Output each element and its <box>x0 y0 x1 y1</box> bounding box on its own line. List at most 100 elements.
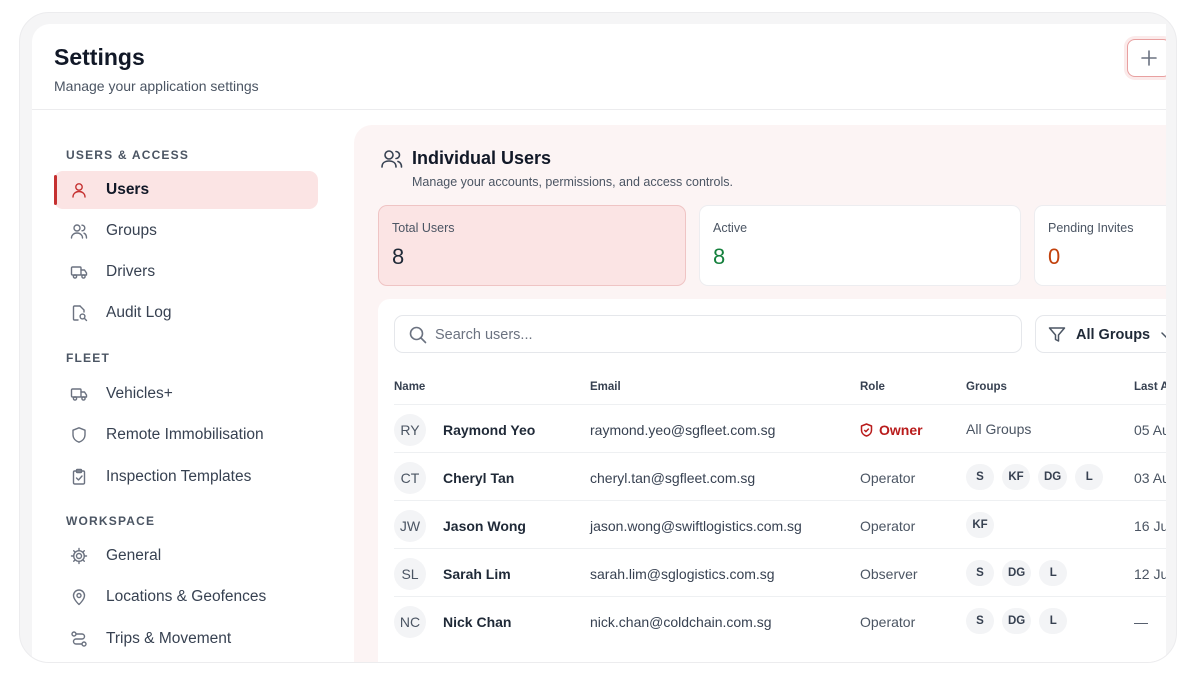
truck-icon <box>70 388 88 401</box>
sidebar-item-vehicles[interactable]: Vehicles+ <box>54 375 318 413</box>
stat-card-active[interactable]: Active 8 <box>699 205 1021 286</box>
column-header-last-active[interactable]: Last A <box>1134 381 1166 393</box>
user-role: Owner <box>860 422 923 438</box>
user-last-active: 05 Au <box>1134 422 1166 438</box>
column-header-email[interactable]: Email <box>590 381 621 393</box>
sidebar-item-users[interactable]: Users <box>54 171 318 209</box>
sidebar-item-groups[interactable]: Groups <box>54 212 318 250</box>
search-icon <box>409 326 427 344</box>
user-groups: KF <box>966 512 994 538</box>
user-role: Operator <box>860 614 916 630</box>
header: Settings Manage your application setting… <box>32 24 1166 110</box>
users-icon <box>381 150 403 168</box>
sidebar-item-label: Trips & Movement <box>106 630 232 647</box>
user-role: Operator <box>860 518 916 534</box>
search-input[interactable] <box>435 324 995 346</box>
users-icon <box>70 224 88 239</box>
user-groups: S DG L <box>966 560 1068 586</box>
document-search-icon <box>72 305 88 322</box>
user-email: jason.wong@swiftlogistics.com.sg <box>590 518 802 534</box>
user-last-active: 16 Ju <box>1134 518 1166 534</box>
group-chip: KF <box>966 512 994 538</box>
stat-value: 8 <box>713 244 726 269</box>
group-chip: DG <box>1002 560 1032 586</box>
stat-label: Total Users <box>392 221 455 235</box>
route-icon <box>71 631 87 647</box>
stat-value: 8 <box>392 244 405 269</box>
group-chip: L <box>1039 608 1068 634</box>
sidebar-section-label: WORKSPACE <box>66 514 156 528</box>
user-groups: All Groups <box>966 416 1031 442</box>
group-chip: S <box>966 560 994 586</box>
page-subtitle: Manage your application settings <box>54 78 259 94</box>
group-chip: L <box>1039 560 1068 586</box>
sidebar-item-trips-movement[interactable]: Trips & Movement <box>54 620 318 658</box>
section-title: Individual Users <box>412 148 552 168</box>
user-last-active: 03 Au <box>1134 470 1166 486</box>
sidebar-section-label: FLEET <box>66 351 110 365</box>
stat-value: 0 <box>1048 244 1061 269</box>
sidebar-item-label: Groups <box>106 222 157 239</box>
column-header-name[interactable]: Name <box>394 381 425 393</box>
column-header-groups[interactable]: Groups <box>966 381 1007 393</box>
sidebar: USERS & ACCESS Users Groups Drivers Audit Lo… <box>32 111 352 662</box>
plus-icon <box>1141 50 1157 66</box>
map-pin-icon <box>72 589 86 606</box>
sidebar-item-label: Locations & Geofences <box>106 588 267 605</box>
avatar: NC <box>394 606 426 638</box>
stat-card-pending-invites[interactable]: Pending Invites 0 <box>1034 205 1166 286</box>
table-row[interactable]: CT Cheryl Tan cheryl.tan@sgfleet.com.sg Ope… <box>394 452 1166 500</box>
sidebar-item-inspection-templates[interactable]: Inspection Templates <box>54 458 318 496</box>
stat-card-total-users[interactable]: Total Users 8 <box>378 205 686 286</box>
column-header-role[interactable]: Role <box>860 381 885 393</box>
sidebar-item-audit-log[interactable]: Audit Log <box>54 294 318 332</box>
sidebar-item-label: Inspection Templates <box>106 468 252 485</box>
shield-check-icon <box>860 423 873 437</box>
sidebar-item-label: Users <box>106 181 150 198</box>
app-frame: Settings Manage your application setting… <box>19 12 1177 663</box>
table-row[interactable]: JW Jason Wong jason.wong@swiftlogistics.co… <box>394 500 1166 548</box>
avatar: JW <box>394 510 426 542</box>
gear-icon <box>70 547 88 565</box>
stat-label: Pending Invites <box>1048 221 1134 235</box>
users-table-card: All Groups Name Email Role Groups Last A… <box>378 299 1166 662</box>
user-name: Cheryl Tan <box>443 470 515 486</box>
sidebar-item-general[interactable]: General <box>54 537 318 575</box>
group-filter-dropdown[interactable]: All Groups <box>1035 315 1166 353</box>
sidebar-item-locations-geofences[interactable]: Locations & Geofences <box>54 578 318 616</box>
group-chip: S <box>966 608 994 634</box>
group-chip: KF <box>1002 464 1030 490</box>
group-chip: DG <box>1002 608 1032 634</box>
avatar: CT <box>394 462 426 494</box>
user-role: Observer <box>860 566 918 582</box>
sidebar-item-drivers[interactable]: Drivers <box>54 253 318 291</box>
sidebar-item-label: Vehicles+ <box>106 385 173 402</box>
user-email: nick.chan@coldchain.com.sg <box>590 614 772 630</box>
user-name: Raymond Yeo <box>443 422 536 438</box>
user-last-active: 12 Ju <box>1134 566 1166 582</box>
user-name: Jason Wong <box>443 518 526 534</box>
page-title: Settings <box>54 44 145 70</box>
avatar: RY <box>394 414 426 446</box>
role-label: Owner <box>879 422 923 438</box>
user-role: Operator <box>860 470 916 486</box>
app-window: Settings Manage your application setting… <box>32 24 1166 662</box>
table-row[interactable]: RY Raymond Yeo raymond.yeo@sgfleet.com.sg O… <box>394 404 1166 452</box>
user-email: sarah.lim@sglogistics.com.sg <box>590 566 775 582</box>
table-row[interactable]: SL Sarah Lim sarah.lim@sglogistics.com.sg O… <box>394 548 1166 596</box>
search-box[interactable] <box>394 315 1022 353</box>
sidebar-item-label: Remote Immobilisation <box>106 426 264 443</box>
avatar: SL <box>394 558 426 590</box>
group-chip: DG <box>1038 464 1068 490</box>
user-groups: S KF DG L <box>966 464 1104 490</box>
user-email: cheryl.tan@sgfleet.com.sg <box>590 470 756 486</box>
groups-text: All Groups <box>966 421 1032 437</box>
table-row[interactable]: NC Nick Chan nick.chan@coldchain.com.sg Ope… <box>394 596 1166 644</box>
sidebar-section-label: USERS & ACCESS <box>66 148 190 162</box>
sidebar-item-remote-immobilisation[interactable]: Remote Immobilisation <box>54 416 318 454</box>
group-chip: S <box>966 464 994 490</box>
user-email: raymond.yeo@sgfleet.com.sg <box>590 422 776 438</box>
user-groups: S DG L <box>966 608 1068 634</box>
add-button[interactable] <box>1127 39 1166 77</box>
user-icon <box>72 183 86 198</box>
